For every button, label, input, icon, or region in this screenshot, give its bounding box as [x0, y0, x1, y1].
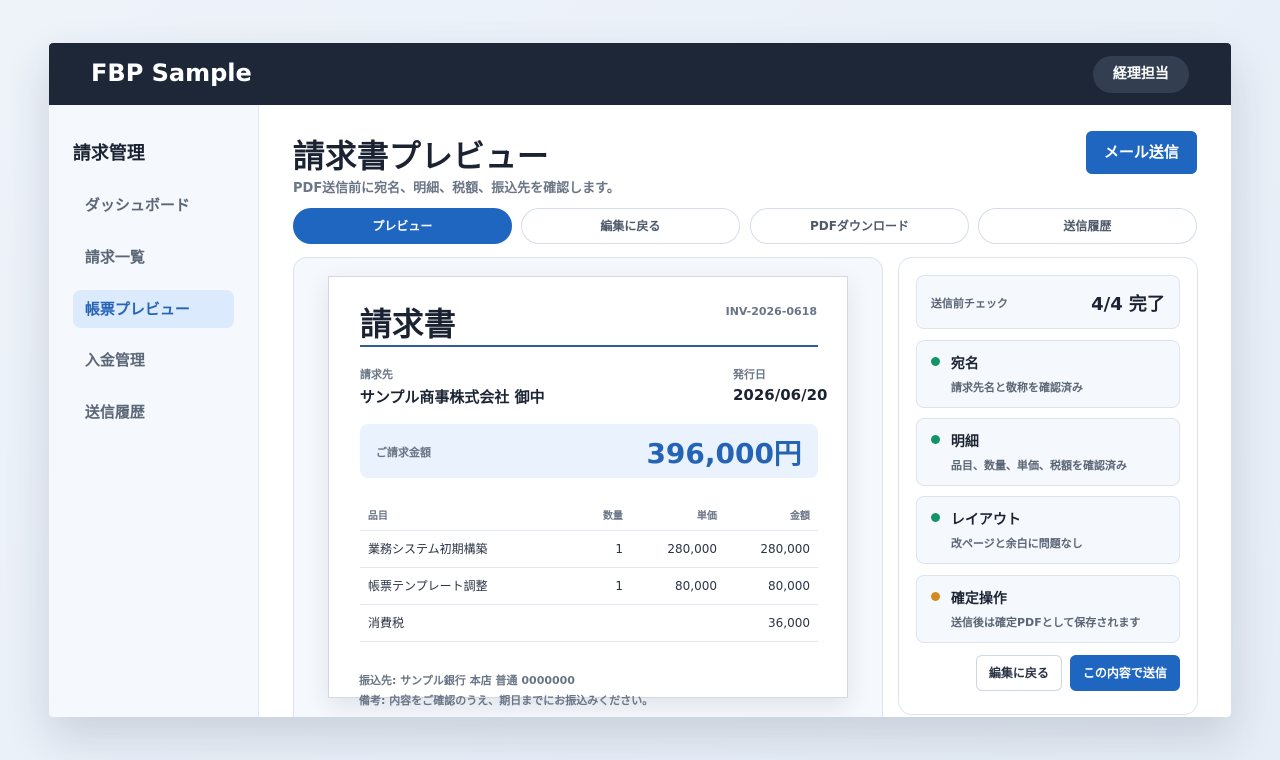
check-summary: 送信前チェック 4/4 完了 — [916, 275, 1180, 329]
table-cell: 業務システム初期構築 — [360, 530, 560, 568]
invoice-title: 請求書 — [360, 305, 457, 343]
check-item-desc: 改ページと余白に問題なし — [951, 537, 1083, 550]
bank-account-info: 振込先: サンプル銀行 本店 普通 0000000 — [359, 674, 575, 687]
check-item-title: レイアウト — [951, 512, 1021, 528]
check-item-title: 宛名 — [951, 356, 979, 372]
tab-back-to-edit[interactable]: 編集に戻る — [521, 208, 740, 244]
sidebar-item-invoice-list[interactable]: 請求一覧 — [73, 238, 234, 276]
check-item-desc: 品目、数量、単価、税額を確認済み — [951, 459, 1127, 472]
column-header: 金額 — [725, 499, 818, 531]
table-row: 業務システム初期構築 1 280,000 280,000 — [360, 530, 818, 568]
table-cell — [631, 604, 725, 642]
check-item-confirm: 確定操作 送信後は確定PDFとして保存されます — [916, 575, 1180, 643]
issue-date: 2026/06/20 — [733, 386, 828, 404]
invoice-preview-panel[interactable]: 請求書 INV-2026-0618 請求先 サンプル商事株式会社 御中 発行日 … — [293, 257, 883, 717]
issue-date-label: 発行日 — [733, 368, 766, 381]
column-header: 単価 — [631, 499, 725, 531]
table-cell: 280,000 — [631, 530, 725, 568]
back-to-edit-button[interactable]: 編集に戻る — [976, 655, 1062, 691]
status-dot-icon — [931, 592, 940, 601]
status-dot-icon — [931, 435, 940, 444]
send-with-content-button[interactable]: この内容で送信 — [1070, 655, 1180, 691]
table-cell: 1 — [560, 530, 631, 568]
line-items-table: 品目 数量 単価 金額 業務システム初期構築 1 280,000 280,000 — [360, 499, 818, 642]
top-bar: FBP Sample 経理担当 — [49, 43, 1231, 105]
status-dot-icon — [931, 513, 940, 522]
pre-send-check-panel: 送信前チェック 4/4 完了 宛名 請求先名と敬称を確認済み 明細 品目、数量、… — [898, 257, 1198, 715]
status-dot-icon — [931, 357, 940, 366]
invoice-sheet: 請求書 INV-2026-0618 請求先 サンプル商事株式会社 御中 発行日 … — [328, 276, 848, 698]
tab-pdf-download[interactable]: PDFダウンロード — [750, 208, 969, 244]
check-summary-label: 送信前チェック — [931, 297, 1008, 310]
table-cell: 280,000 — [725, 530, 818, 568]
brand-logo: FBP Sample — [91, 59, 252, 87]
page-title: 請求書プレビュー — [293, 137, 550, 175]
table-cell: 1 — [560, 567, 631, 605]
sidebar: 請求管理 ダッシュボード 請求一覧 帳票プレビュー 入金管理 送信履歴 — [49, 105, 259, 717]
table-cell: 80,000 — [725, 567, 818, 605]
billing-amount-box: ご請求金額 396,000円 — [360, 424, 818, 478]
main-content: 請求書プレビュー PDF送信前に宛名、明細、税額、振込先を確認します。 メール送… — [259, 105, 1231, 717]
check-item-address: 宛名 請求先名と敬称を確認済み — [916, 340, 1180, 408]
table-cell: 36,000 — [725, 604, 818, 642]
table-header-row: 品目 数量 単価 金額 — [360, 499, 818, 531]
tab-preview[interactable]: プレビュー — [293, 208, 512, 244]
table-cell: 80,000 — [631, 567, 725, 605]
sidebar-title: 請求管理 — [73, 143, 145, 164]
check-item-desc: 請求先名と敬称を確認済み — [951, 381, 1083, 394]
sidebar-item-form-preview[interactable]: 帳票プレビュー — [73, 290, 234, 328]
column-header: 数量 — [560, 499, 631, 531]
check-item-details: 明細 品目、数量、単価、税額を確認済み — [916, 418, 1180, 486]
table-row: 帳票テンプレート調整 1 80,000 80,000 — [360, 567, 818, 605]
app-window: FBP Sample 経理担当 請求管理 ダッシュボード 請求一覧 帳票プレビュ… — [49, 43, 1231, 717]
billto-label: 請求先 — [360, 368, 393, 381]
sidebar-item-send-history[interactable]: 送信履歴 — [73, 393, 234, 431]
table-cell — [560, 604, 631, 642]
page-subtitle: PDF送信前に宛名、明細、税額、振込先を確認します。 — [293, 181, 620, 196]
table-cell: 消費税 — [360, 604, 560, 642]
tab-send-history[interactable]: 送信履歴 — [978, 208, 1197, 244]
check-item-title: 明細 — [951, 434, 979, 450]
table-cell: 帳票テンプレート調整 — [360, 567, 560, 605]
table-row: 消費税 36,000 — [360, 604, 818, 642]
send-mail-button[interactable]: メール送信 — [1086, 131, 1197, 174]
billto-name: サンプル商事株式会社 御中 — [360, 388, 545, 406]
billing-amount: 396,000円 — [646, 437, 802, 470]
sidebar-item-dashboard[interactable]: ダッシュボード — [73, 186, 234, 224]
invoice-number: INV-2026-0618 — [725, 305, 817, 318]
invoice-note: 備考: 内容をご確認のうえ、期日までにお振込みください。 — [359, 694, 654, 707]
check-item-desc: 送信後は確定PDFとして保存されます — [951, 616, 1141, 629]
billing-amount-label: ご請求金額 — [376, 446, 431, 459]
column-header: 品目 — [360, 499, 560, 531]
title-divider — [360, 345, 818, 347]
user-role-badge[interactable]: 経理担当 — [1093, 56, 1189, 93]
check-item-layout: レイアウト 改ページと余白に問題なし — [916, 496, 1180, 564]
check-item-title: 確定操作 — [951, 591, 1007, 607]
sidebar-item-payments[interactable]: 入金管理 — [73, 341, 234, 379]
check-summary-status: 4/4 完了 — [1091, 294, 1165, 315]
